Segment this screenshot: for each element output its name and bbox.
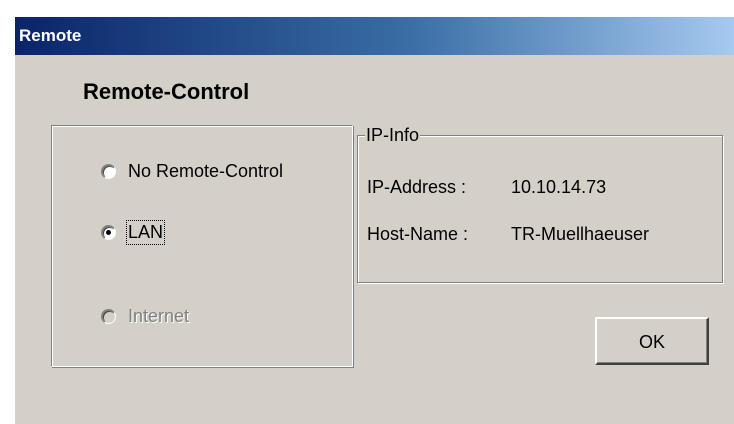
radio-option-internet: Internet — [101, 302, 189, 330]
remote-dialog: Remote Remote-Control No Remote-Control … — [14, 16, 734, 424]
radio-label-internet: Internet — [128, 305, 190, 326]
host-name-value: TR-Muellhaeuser — [511, 224, 650, 244]
radio-button-checked-icon[interactable] — [101, 224, 116, 240]
radio-button-disabled-icon — [101, 308, 116, 324]
ip-address-label: IP-Address : — [367, 177, 467, 197]
radio-button-icon[interactable] — [101, 163, 116, 179]
radio-option-no-remote[interactable]: No Remote-Control — [101, 157, 283, 185]
window-title[interactable]: Remote — [15, 17, 734, 55]
radio-option-lan[interactable]: LAN — [101, 218, 166, 246]
ok-button[interactable]: OK — [595, 317, 709, 365]
radio-label-no-remote: No Remote-Control — [128, 160, 284, 181]
ip-info-group — [357, 135, 723, 283]
radio-label-lan: LAN — [125, 219, 166, 245]
ip-address-value: 10.10.14.73 — [511, 177, 607, 197]
ip-info-legend: IP-Info — [365, 125, 421, 146]
host-name-label: Host-Name : — [367, 224, 469, 244]
remote-control-heading: Remote-Control — [83, 79, 250, 104]
